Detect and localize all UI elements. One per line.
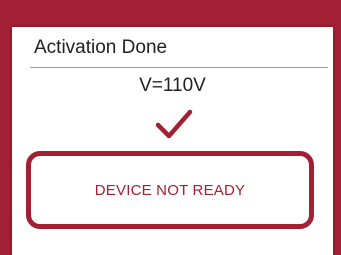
app-screen: Activation Done V=110V DEVICE NOT READY — [0, 0, 341, 255]
check-icon — [155, 109, 193, 139]
app-background-left — [0, 0, 12, 255]
device-status-button[interactable]: DEVICE NOT READY — [26, 151, 314, 229]
dialog-title: Activation Done — [34, 37, 168, 58]
activation-dialog: Activation Done V=110V DEVICE NOT READY — [12, 27, 333, 255]
app-background-right — [333, 0, 341, 255]
voltage-readout: V=110V — [139, 75, 206, 96]
app-background-top — [0, 0, 341, 27]
title-divider — [30, 67, 328, 68]
device-status-label: DEVICE NOT READY — [94, 181, 246, 199]
